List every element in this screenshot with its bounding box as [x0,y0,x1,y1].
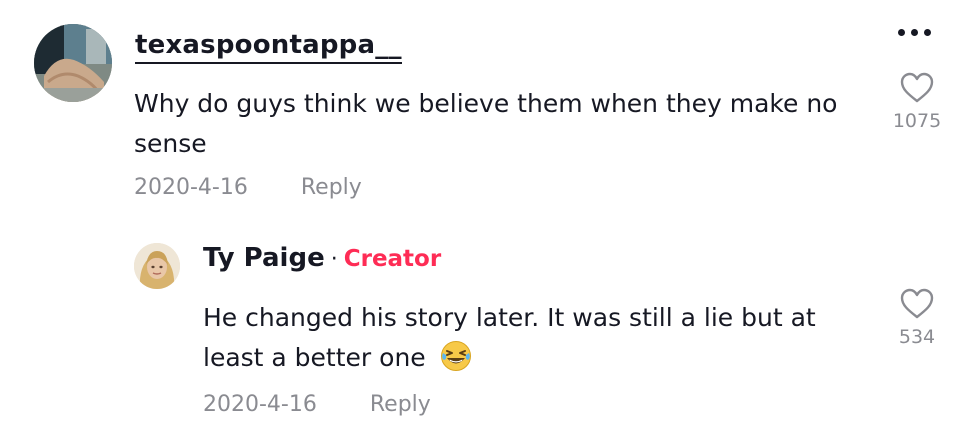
comment-thread: texaspoontappa__ Why do guys think we be… [0,0,980,444]
creator-avatar-image [134,243,180,289]
reply-date: 2020-4-16 [203,392,317,417]
heart-icon [900,288,934,319]
commenter-avatar[interactable] [34,24,112,102]
name-separator: · [330,247,338,272]
heart-icon [900,72,934,103]
comment-text: Why do guys think we believe them when t… [134,89,838,158]
comment-like-button[interactable]: 1075 [886,72,948,132]
reply-button[interactable]: Reply [301,175,362,200]
more-options-button[interactable] [892,18,938,48]
commenter-avatar-image [34,24,112,102]
reply-like-count: 534 [898,326,936,348]
reply-text: He changed his story later. It was still… [203,303,816,372]
reply-header: Ty Paige · Creator [203,243,441,273]
creator-badge: Creator [343,246,442,272]
reply-text-container: He changed his story later. It was still… [203,298,863,378]
comment-like-count: 1075 [892,110,942,132]
reply-meta: 2020-4-16 Reply [203,392,431,417]
reply-to-reply-button[interactable]: Reply [370,392,431,417]
comment-meta: 2020-4-16 Reply [134,175,362,200]
creator-avatar[interactable] [134,243,180,289]
laughing-tears-emoji-icon [440,341,471,371]
reply-like-button[interactable]: 534 [886,288,948,348]
creator-username[interactable]: Ty Paige [203,243,325,273]
comment-date: 2020-4-16 [134,175,248,200]
commenter-username[interactable]: texaspoontappa__ [135,30,402,64]
more-dot [898,29,905,36]
more-dot [924,29,931,36]
more-dot [911,29,918,36]
